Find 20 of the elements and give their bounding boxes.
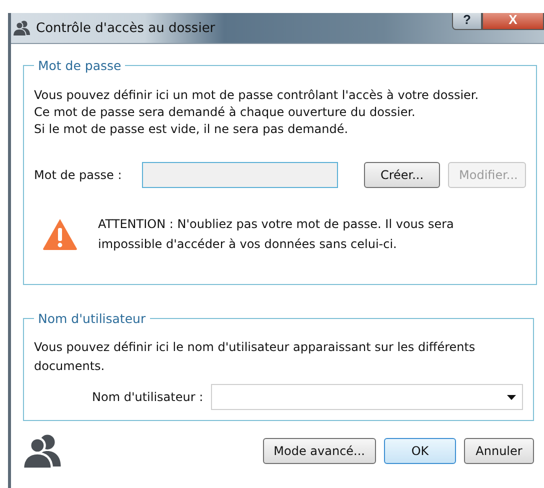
description-text: Vous pouvez définir ici un mot de passe contrôlant l'accès à votre dossier. [34,87,480,104]
field-label: Nom d'utilisateur : [92,390,204,404]
cancel-button[interactable]: Annuler [464,438,534,464]
users-icon [23,433,63,469]
users-icon [13,20,31,36]
warning-icon [42,218,78,250]
warning-text: ATTENTION : N'oubliez pas votre mot de passe. Il vous sera impossible d'accéder à vos données sans celui-ci. [98,216,455,253]
field-label: Mot de passe : [34,168,123,182]
help-button[interactable]: ? [452,13,482,30]
ok-button[interactable]: OK [384,438,456,464]
window-title: Contrôle d'accès au dossier [36,20,216,36]
group-legend: Nom d'utilisateur [34,311,150,326]
create-button[interactable]: Créer... [364,162,440,188]
description-text: Vous pouvez définir ici le nom d'utilisateur apparaissant sur les différents documents. [34,339,476,375]
advanced-mode-button[interactable]: Mode avancé... [262,438,376,464]
description-text: Ce mot de passe sera demandé à chaque ouverture du dossier. [34,104,416,121]
caret-icon [507,394,516,400]
description-text: Si le mot de passe est vide, il ne sera pas demandé. [34,121,350,138]
username-dropdown[interactable] [211,384,523,410]
group-legend: Mot de passe [34,58,126,73]
